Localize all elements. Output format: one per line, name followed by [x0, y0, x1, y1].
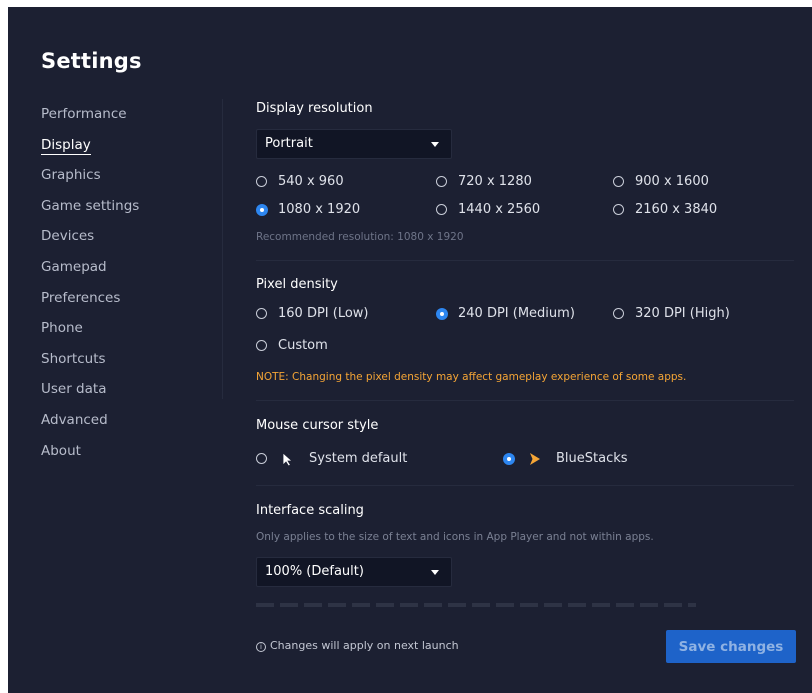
radio-icon	[613, 204, 624, 215]
section-divider	[256, 400, 794, 401]
radio-label: 320 DPI (High)	[635, 306, 730, 321]
sidebar-item-label: Phone	[41, 320, 83, 337]
radio-selected-icon	[436, 308, 448, 320]
radio-label: System default	[309, 451, 408, 466]
sidebar-item-about[interactable]: About	[41, 440, 211, 471]
sidebar-item-label: Performance	[41, 106, 127, 122]
radio-icon	[436, 176, 447, 187]
display-resolution-title: Display resolution	[256, 101, 373, 116]
radio-selected-icon	[256, 204, 268, 216]
chevron-down-icon	[431, 142, 439, 147]
restart-note-text: Changes will apply on next launch	[270, 639, 459, 652]
bluestacks-cursor-icon	[530, 453, 540, 465]
scaling-value: 100% (Default)	[265, 564, 364, 579]
radio-icon	[613, 176, 624, 187]
radio-label: 540 x 960	[278, 174, 344, 189]
sidebar-item-game-settings[interactable]: Game settings	[41, 195, 211, 226]
sidebar-item-label: About	[41, 442, 81, 459]
sidebar: Performance Display Graphics Game settin…	[41, 103, 211, 470]
sidebar-item-label: Shortcuts	[41, 350, 106, 367]
page-title: Settings	[41, 49, 142, 73]
sidebar-item-display[interactable]: Display	[41, 134, 211, 165]
sidebar-item-label: User data	[41, 381, 107, 398]
restart-note: i Changes will apply on next launch	[256, 639, 459, 652]
sidebar-item-user-data[interactable]: User data	[41, 378, 211, 409]
sidebar-divider	[222, 99, 223, 399]
orientation-dropdown[interactable]: Portrait	[256, 129, 452, 159]
radio-label: 900 x 1600	[635, 174, 709, 189]
radio-icon	[436, 204, 447, 215]
sidebar-item-label: Display	[41, 136, 91, 155]
sidebar-item-graphics[interactable]: Graphics	[41, 164, 211, 195]
sidebar-item-label: Game settings	[41, 197, 140, 214]
interface-scaling-title: Interface scaling	[256, 503, 364, 518]
radio-label: Custom	[278, 338, 328, 353]
scaling-dropdown[interactable]: 100% (Default)	[256, 557, 452, 587]
sidebar-item-label: Graphics	[41, 167, 101, 184]
white-cursor-icon	[282, 452, 294, 467]
radio-label: 2160 x 3840	[635, 202, 718, 217]
sidebar-item-phone[interactable]: Phone	[41, 317, 211, 348]
sidebar-item-performance[interactable]: Performance	[41, 103, 211, 134]
radio-icon	[256, 340, 267, 351]
recommended-resolution-text: Recommended resolution: 1080 x 1920	[256, 231, 464, 243]
sidebar-item-gamepad[interactable]: Gamepad	[41, 256, 211, 287]
orientation-value: Portrait	[265, 136, 313, 151]
cursor-option-system-default[interactable]: System default	[256, 449, 416, 469]
section-divider	[256, 260, 794, 261]
chevron-down-icon	[431, 570, 439, 575]
radio-label: BlueStacks	[556, 451, 628, 466]
cursor-option-bluestacks[interactable]: BlueStacks	[503, 449, 643, 469]
radio-label: 1080 x 1920	[278, 202, 361, 217]
sidebar-item-label: Devices	[41, 228, 95, 245]
sidebar-item-label: Preferences	[41, 289, 121, 306]
interface-scaling-description: Only applies to the size of text and ico…	[256, 531, 654, 543]
pixel-density-title: Pixel density	[256, 277, 338, 292]
radio-icon	[613, 308, 624, 319]
pixel-density-note: NOTE: Changing the pixel density may aff…	[256, 371, 687, 383]
clipped-text-fragment	[256, 603, 696, 607]
sidebar-item-label: Advanced	[41, 411, 108, 428]
mouse-cursor-title: Mouse cursor style	[256, 418, 379, 433]
sidebar-item-devices[interactable]: Devices	[41, 225, 211, 256]
radio-selected-icon	[503, 453, 515, 465]
radio-icon	[256, 176, 267, 187]
sidebar-item-shortcuts[interactable]: Shortcuts	[41, 348, 211, 379]
radio-icon	[256, 453, 267, 464]
radio-label: 720 x 1280	[458, 174, 532, 189]
radio-label: 240 DPI (Medium)	[458, 306, 575, 321]
sidebar-item-preferences[interactable]: Preferences	[41, 287, 211, 318]
radio-label: 1440 x 2560	[458, 202, 541, 217]
save-changes-button[interactable]: Save changes	[666, 630, 796, 663]
settings-content: Display resolution Portrait 540 x 960 72…	[256, 7, 796, 693]
sidebar-item-advanced[interactable]: Advanced	[41, 409, 211, 440]
settings-window: Settings Performance Display Graphics Ga…	[8, 7, 812, 693]
sidebar-item-label: Gamepad	[41, 258, 107, 275]
radio-label: 160 DPI (Low)	[278, 306, 369, 321]
info-icon: i	[256, 642, 266, 652]
section-divider	[256, 485, 794, 486]
radio-icon	[256, 308, 267, 319]
